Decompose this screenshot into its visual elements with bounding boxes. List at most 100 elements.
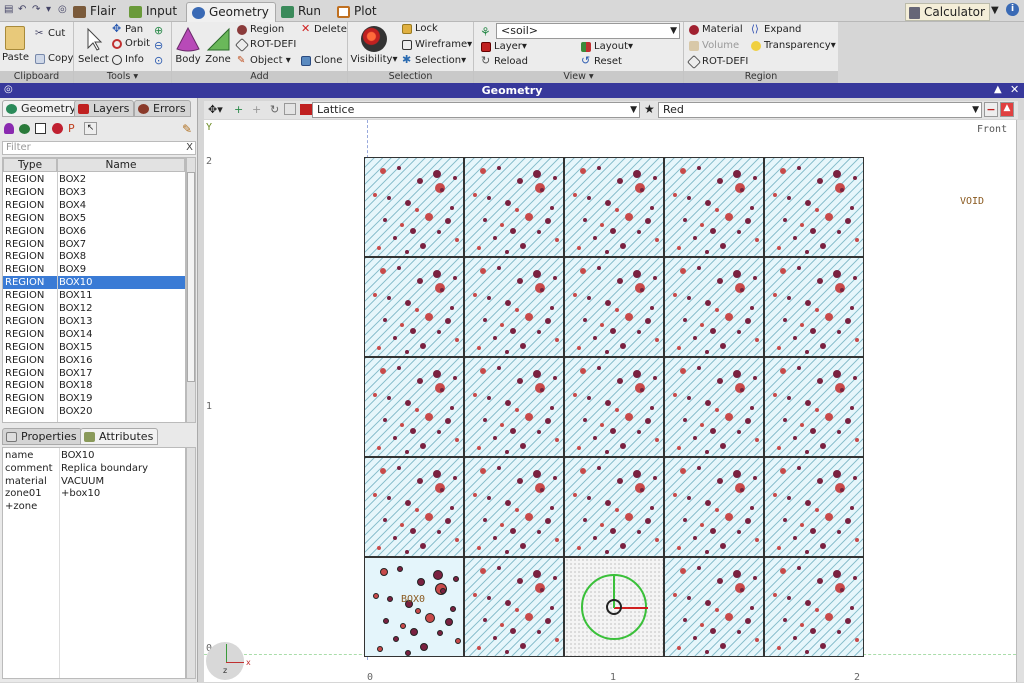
expand-button[interactable]: ⟨⟩ Expand bbox=[750, 23, 801, 37]
column-header-name[interactable]: Name bbox=[57, 158, 185, 172]
column-header-type[interactable]: Type bbox=[3, 158, 57, 172]
list-item[interactable]: REGION BOX17 bbox=[3, 367, 185, 380]
refresh-view-icon[interactable]: ↻ bbox=[270, 103, 279, 116]
lattice-cell[interactable] bbox=[464, 557, 564, 657]
lattice-cell[interactable] bbox=[464, 457, 564, 557]
redo-icon[interactable]: ↷ bbox=[32, 4, 40, 18]
about-icon[interactable]: i bbox=[1006, 3, 1019, 16]
object-button[interactable]: ✎ Object ▾ bbox=[236, 54, 291, 68]
qa-dropdown-icon[interactable]: ▾ bbox=[46, 4, 51, 18]
attribute-row[interactable]: +zone bbox=[5, 500, 185, 513]
list-item[interactable]: REGION BOX12 bbox=[3, 302, 185, 315]
calculator-button[interactable]: Calculator bbox=[905, 3, 990, 21]
volume-button[interactable]: Volume bbox=[688, 39, 739, 53]
filter-zone-icon[interactable] bbox=[19, 124, 30, 134]
zoom-in-icon[interactable]: ⊕ bbox=[154, 24, 163, 37]
geometry-viewport[interactable]: Y Front VOID 2 1 0 0 1 2 BOX0 z x bbox=[204, 120, 1016, 683]
reload-button[interactable]: ↻ Reload bbox=[480, 54, 528, 69]
help-icon[interactable]: ◎ bbox=[58, 4, 67, 18]
add-point-icon[interactable]: + bbox=[234, 103, 243, 116]
lattice-cell[interactable] bbox=[464, 257, 564, 357]
close-icon[interactable]: ✕ bbox=[1010, 83, 1019, 96]
orbit-button[interactable]: Orbit bbox=[111, 37, 150, 51]
list-item[interactable]: REGION BOX10 bbox=[3, 276, 185, 290]
list-item[interactable]: REGION BOX19 bbox=[3, 392, 185, 405]
cut-button[interactable]: ✂ Cut bbox=[34, 27, 65, 41]
region-rot-defi-button[interactable]: ROT-DEFI bbox=[686, 54, 748, 70]
reset-button[interactable]: ↺ Reset bbox=[580, 54, 622, 69]
selection-dropdown-button[interactable]: ✱ Selection▾ bbox=[401, 53, 466, 68]
visibility-button[interactable]: Visibility▾ bbox=[350, 24, 398, 65]
list-item[interactable]: REGION BOX15 bbox=[3, 341, 185, 354]
zoom-fit-icon[interactable]: ⊙ bbox=[154, 54, 163, 67]
lattice-cell[interactable] bbox=[564, 257, 664, 357]
tab-input[interactable]: Input bbox=[124, 2, 183, 22]
filter-region-icon[interactable] bbox=[35, 123, 46, 134]
minus-icon[interactable]: − bbox=[984, 102, 998, 117]
layer-button[interactable]: Layer▾ bbox=[480, 40, 527, 54]
lattice-cell[interactable] bbox=[664, 157, 764, 257]
attributes-scrollbar[interactable] bbox=[186, 447, 196, 679]
tab-plot[interactable]: Plot bbox=[332, 2, 383, 22]
lattice-cell[interactable] bbox=[764, 357, 864, 457]
lattice-cell[interactable] bbox=[764, 157, 864, 257]
rot-defi-button[interactable]: ROT-DEFI bbox=[234, 37, 296, 53]
clear-filter-icon[interactable]: X bbox=[186, 142, 193, 154]
body-button[interactable]: Body bbox=[174, 24, 202, 65]
lattice-cell[interactable] bbox=[564, 157, 664, 257]
undo-icon[interactable]: ↶ bbox=[18, 4, 26, 18]
viewport-color-combo[interactable]: Red ▼ bbox=[658, 102, 982, 118]
pan-button[interactable]: ✥ Pan bbox=[111, 22, 143, 37]
lattice-cell[interactable] bbox=[364, 457, 464, 557]
paste-button[interactable]: Paste bbox=[2, 24, 29, 63]
lattice-cell[interactable] bbox=[764, 557, 864, 657]
frame-icon[interactable] bbox=[284, 103, 296, 115]
lattice-cell[interactable]: BOX0 bbox=[364, 557, 464, 657]
star-icon[interactable]: ★ bbox=[644, 102, 655, 116]
attribute-row[interactable]: name BOX10 bbox=[5, 449, 185, 462]
wireframe-button[interactable]: Wireframe▾ bbox=[401, 38, 472, 52]
zone-button[interactable]: Zone bbox=[204, 24, 232, 65]
tab-run[interactable]: Run bbox=[276, 2, 327, 22]
zoom-out-icon[interactable]: ⊖ bbox=[154, 39, 163, 52]
lattice-cell[interactable] bbox=[764, 457, 864, 557]
attribute-value[interactable]: VACUUM bbox=[61, 475, 104, 488]
list-scrollbar[interactable] bbox=[186, 157, 196, 423]
list-item[interactable]: REGION BOX16 bbox=[3, 354, 185, 367]
list-item[interactable]: REGION BOX5 bbox=[3, 212, 185, 225]
list-item[interactable]: REGION BOX8 bbox=[3, 250, 185, 263]
delete-button[interactable]: ✕ Delete bbox=[300, 22, 347, 37]
filter-body-icon[interactable] bbox=[4, 123, 14, 134]
viewport-right-scrollbar[interactable] bbox=[1016, 120, 1024, 682]
warning-icon[interactable]: ▲ bbox=[1000, 102, 1014, 117]
attribute-value[interactable]: +box10 bbox=[61, 487, 100, 500]
attribute-value[interactable]: BOX10 bbox=[61, 449, 95, 462]
move-tool-icon[interactable]: ✥▾ bbox=[208, 103, 223, 116]
tab-attributes[interactable]: Attributes bbox=[80, 428, 159, 445]
list-item[interactable]: REGION BOX9 bbox=[3, 263, 185, 276]
quick-access-menu-icon[interactable]: ▤ bbox=[4, 4, 13, 18]
list-item[interactable]: REGION BOX20 bbox=[3, 405, 185, 418]
lattice-cell[interactable] bbox=[364, 257, 464, 357]
filter-material-icon[interactable] bbox=[52, 123, 63, 134]
info-button[interactable]: Info bbox=[111, 53, 144, 67]
lattice-cell[interactable] bbox=[664, 357, 764, 457]
lattice-cell[interactable] bbox=[564, 457, 664, 557]
list-item[interactable]: REGION BOX3 bbox=[3, 186, 185, 199]
tab-geometry-list[interactable]: Geometry bbox=[2, 100, 81, 117]
lock-button[interactable]: Lock bbox=[401, 22, 438, 36]
clone-button[interactable]: Clone bbox=[300, 54, 342, 68]
tab-errors[interactable]: Errors bbox=[134, 100, 191, 117]
filter-input[interactable]: Filter X bbox=[2, 141, 196, 155]
lattice-cell[interactable] bbox=[664, 557, 764, 657]
layout-button[interactable]: Layout▾ bbox=[580, 40, 633, 54]
remove-point-icon[interactable]: + bbox=[252, 103, 261, 116]
list-item[interactable]: REGION BOX4 bbox=[3, 199, 185, 212]
tab-properties[interactable]: Properties bbox=[2, 428, 82, 445]
lattice-cell[interactable] bbox=[464, 357, 564, 457]
axis-gizmo[interactable]: z x bbox=[206, 642, 251, 680]
transparency-button[interactable]: Transparency▾ bbox=[750, 39, 836, 53]
list-item[interactable]: REGION BOX14 bbox=[3, 328, 185, 341]
list-scroll-thumb[interactable] bbox=[187, 172, 195, 382]
tab-layers[interactable]: Layers bbox=[74, 100, 135, 117]
